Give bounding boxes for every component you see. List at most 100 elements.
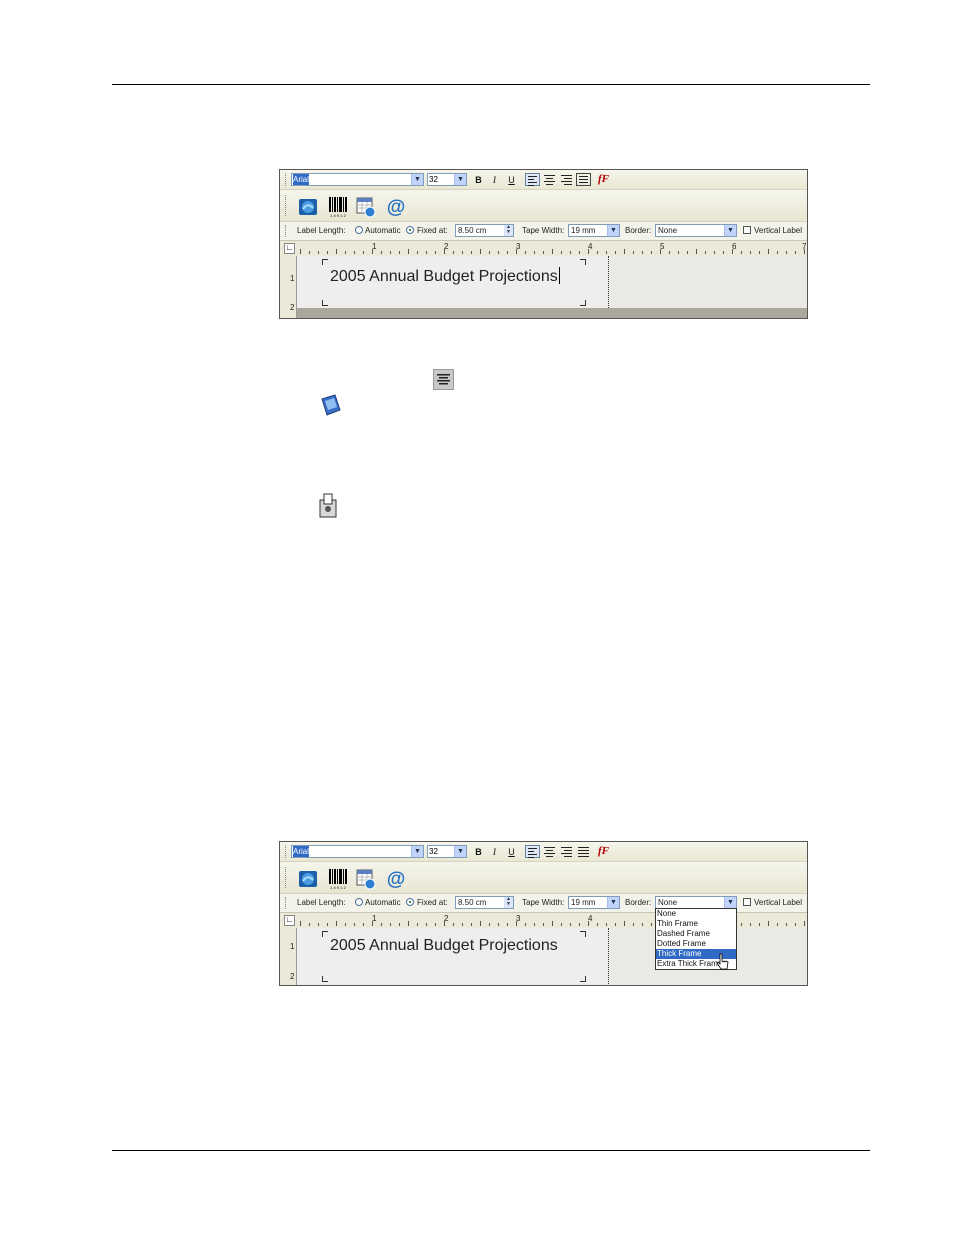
underline-button[interactable]: U bbox=[505, 174, 518, 186]
date-time-icon[interactable] bbox=[355, 196, 377, 218]
tape-width-combo[interactable]: 19 mm ▼ bbox=[568, 224, 620, 237]
vertical-label-checkbox[interactable] bbox=[743, 898, 751, 906]
ruler-tick bbox=[615, 251, 616, 254]
chevron-down-icon[interactable]: ▼ bbox=[607, 225, 619, 236]
ruler-tick bbox=[651, 251, 652, 254]
vertical-label-checkbox[interactable] bbox=[743, 226, 751, 234]
svg-text:1 4 9 1 2: 1 4 9 1 2 bbox=[330, 213, 346, 218]
fixed-at-radio[interactable] bbox=[406, 226, 414, 234]
bold-button[interactable]: B bbox=[472, 846, 485, 858]
align-left-button[interactable] bbox=[525, 845, 540, 858]
italic-button[interactable]: I bbox=[488, 174, 501, 186]
ruler-tick bbox=[570, 923, 571, 926]
spinner-icon[interactable]: ▲ ▼ bbox=[504, 225, 513, 236]
label-text-box[interactable]: 2005 Annual Budget Projections bbox=[330, 267, 560, 286]
barcode-icon[interactable]: 1 4 9 1 2 bbox=[327, 196, 349, 218]
ruler-tick bbox=[642, 251, 643, 254]
crop-mark bbox=[580, 931, 586, 937]
fixed-length-input[interactable]: 8.50 cm ▲ ▼ bbox=[455, 224, 514, 237]
font-size-combo[interactable]: 32 ▼ bbox=[427, 173, 467, 186]
align-justify-button[interactable] bbox=[576, 173, 591, 186]
ruler-tick bbox=[462, 923, 463, 926]
automatic-radio[interactable] bbox=[355, 898, 363, 906]
align-right-button[interactable] bbox=[559, 173, 574, 186]
canvas-bottom-band bbox=[297, 308, 807, 318]
ruler-tick bbox=[606, 251, 607, 254]
fixed-at-radio[interactable] bbox=[406, 898, 414, 906]
ruler-tick bbox=[480, 249, 481, 254]
underline-button[interactable]: U bbox=[505, 846, 518, 858]
ruler-tick bbox=[606, 923, 607, 926]
chevron-down-icon[interactable]: ▼ bbox=[724, 225, 736, 236]
border-option-thin-frame[interactable]: Thin Frame bbox=[656, 919, 736, 929]
ruler-tick bbox=[525, 923, 526, 926]
ruler-tick bbox=[408, 921, 409, 926]
label-length-label: Label Length: bbox=[297, 226, 346, 235]
at-sign-icon[interactable]: @ bbox=[385, 868, 407, 890]
crop-mark bbox=[580, 300, 586, 306]
tab-stop-icon[interactable]: ∟ bbox=[284, 915, 295, 926]
vertical-label-text: Vertical Label bbox=[754, 226, 803, 235]
align-center-button[interactable] bbox=[542, 845, 557, 858]
ruler-tick bbox=[309, 923, 310, 926]
ruler-tick bbox=[552, 921, 553, 926]
header-rule bbox=[112, 84, 870, 85]
fixed-at-label: Fixed at: bbox=[417, 226, 448, 235]
toolbar-grip bbox=[285, 845, 288, 858]
function-icon[interactable]: fF bbox=[598, 845, 609, 857]
ruler-tick bbox=[516, 249, 517, 254]
at-sign-icon[interactable]: @ bbox=[385, 196, 407, 218]
label-area[interactable]: 2005 Annual Budget Projections bbox=[297, 928, 609, 984]
align-justify-button[interactable] bbox=[576, 845, 591, 858]
function-icon[interactable]: fF bbox=[598, 173, 609, 185]
italic-button[interactable]: I bbox=[488, 846, 501, 858]
label-area[interactable]: 2005 Annual Budget Projections bbox=[297, 256, 609, 308]
automatic-label: Automatic bbox=[365, 226, 401, 235]
font-name-combo[interactable]: Arial ▼ bbox=[291, 845, 424, 858]
horizontal-ruler: ∟ 1 2 3 4 5 6 7 bbox=[280, 240, 807, 256]
insert-image-icon[interactable] bbox=[297, 868, 319, 890]
chevron-down-icon[interactable]: ▼ bbox=[454, 846, 466, 857]
chevron-down-icon[interactable]: ▼ bbox=[454, 174, 466, 185]
chevron-down-icon[interactable]: ▼ bbox=[724, 897, 736, 908]
ruler-tick bbox=[444, 921, 445, 926]
bold-button[interactable]: B bbox=[472, 174, 485, 186]
ruler-tick bbox=[489, 251, 490, 254]
ruler-tick bbox=[372, 921, 373, 926]
automatic-radio[interactable] bbox=[355, 226, 363, 234]
ruler-tick bbox=[300, 249, 301, 254]
tape-width-combo[interactable]: 19 mm ▼ bbox=[568, 896, 620, 909]
barcode-icon[interactable]: 1 4 9 1 2 bbox=[327, 868, 349, 890]
tape-width-value: 19 mm bbox=[571, 226, 596, 235]
align-left-button[interactable] bbox=[525, 173, 540, 186]
ruler-tick bbox=[786, 251, 787, 254]
date-time-icon[interactable] bbox=[355, 868, 377, 890]
ruler-tick bbox=[507, 251, 508, 254]
ruler-tick bbox=[426, 251, 427, 254]
label-text-box[interactable]: 2005 Annual Budget Projections bbox=[330, 937, 558, 955]
ruler-tick bbox=[444, 249, 445, 254]
insert-image-icon[interactable] bbox=[297, 196, 319, 218]
ruler-tick bbox=[543, 923, 544, 926]
toolbar-grip bbox=[285, 867, 288, 888]
border-option-none[interactable]: None bbox=[656, 909, 736, 919]
crop-mark bbox=[322, 976, 328, 982]
border-combo[interactable]: None ▼ bbox=[655, 224, 737, 237]
spinner-icon[interactable]: ▲ ▼ bbox=[504, 897, 513, 908]
font-name-combo[interactable]: Arial ▼ bbox=[291, 173, 424, 186]
ruler-tick bbox=[687, 251, 688, 254]
fixed-length-input[interactable]: 8.50 cm ▲ ▼ bbox=[455, 896, 514, 909]
align-center-button[interactable] bbox=[542, 173, 557, 186]
ruler-tick bbox=[363, 251, 364, 254]
chevron-down-icon[interactable]: ▼ bbox=[411, 174, 423, 185]
chevron-down-icon[interactable]: ▼ bbox=[607, 897, 619, 908]
border-option-dashed-frame[interactable]: Dashed Frame bbox=[656, 929, 736, 939]
align-right-button[interactable] bbox=[559, 845, 574, 858]
ruler-tick bbox=[759, 923, 760, 926]
chevron-down-icon[interactable]: ▼ bbox=[411, 846, 423, 857]
ruler-tick bbox=[534, 251, 535, 254]
border-option-dotted-frame[interactable]: Dotted Frame bbox=[656, 939, 736, 949]
font-size-combo[interactable]: 32 ▼ bbox=[427, 845, 467, 858]
svg-text:@: @ bbox=[387, 197, 406, 218]
tab-stop-icon[interactable]: ∟ bbox=[284, 243, 295, 254]
